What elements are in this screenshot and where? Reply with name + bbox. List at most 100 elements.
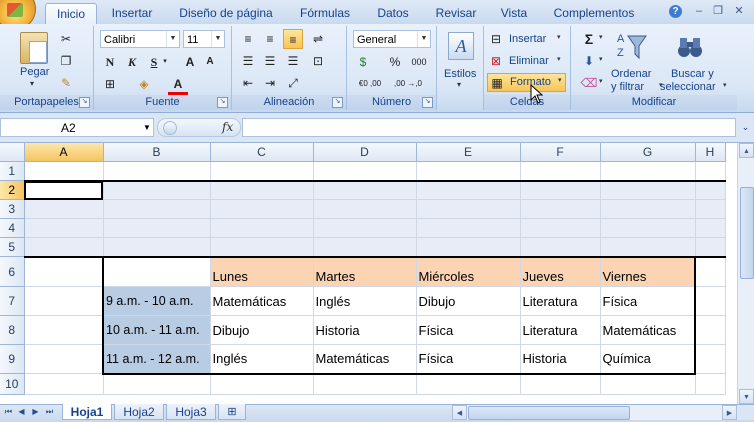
underline-dropdown-icon[interactable]: ▾ — [160, 52, 170, 72]
column-header-c[interactable]: C — [210, 143, 314, 162]
align-bottom-icon[interactable]: ≡ — [283, 29, 303, 49]
numero-launcher-icon[interactable]: ↘ — [422, 97, 433, 108]
insert-sheet-icon[interactable]: ⊞ — [218, 404, 246, 420]
align-top-icon[interactable]: ≡ — [238, 29, 258, 49]
cell[interactable] — [695, 373, 726, 395]
number-format-select[interactable]: General ▼ — [353, 30, 431, 48]
font-color-button[interactable]: A — [168, 74, 188, 95]
day-header-miercoles[interactable]: Miércoles — [416, 256, 521, 287]
format-painter-icon[interactable]: ✎ — [56, 73, 76, 93]
cell[interactable] — [210, 218, 314, 238]
cell[interactable] — [600, 180, 696, 200]
tab-complementos[interactable]: Complementos — [546, 3, 642, 24]
cell[interactable] — [695, 199, 726, 219]
minimize-icon[interactable]: – — [692, 5, 706, 18]
italic-button[interactable]: K — [122, 52, 142, 72]
grow-font-button[interactable]: A — [180, 52, 200, 72]
paste-button[interactable]: Pegar — [20, 66, 49, 78]
class-cell[interactable]: Inglés — [210, 344, 314, 375]
cell[interactable] — [313, 199, 417, 219]
styles-icon[interactable]: A — [448, 32, 474, 60]
sort-filter-icon[interactable]: AZ — [617, 32, 647, 62]
cell[interactable] — [24, 237, 104, 258]
class-cell[interactable]: Física — [600, 286, 696, 316]
delete-cells-button[interactable]: Eliminar — [509, 55, 549, 67]
class-cell[interactable]: Matemáticas — [313, 344, 417, 375]
cell[interactable] — [600, 199, 696, 219]
decrease-indent-icon[interactable]: ⇤ — [238, 73, 258, 93]
fill-icon[interactable]: ⬇ — [579, 51, 599, 71]
class-cell[interactable]: Física — [416, 315, 521, 345]
cell[interactable] — [695, 161, 726, 182]
tab-datos[interactable]: Datos — [370, 3, 416, 24]
increase-decimal-button[interactable]: €0 ,00 — [355, 74, 385, 94]
cell[interactable] — [600, 161, 696, 182]
cell[interactable] — [600, 237, 696, 258]
time-slot-cell[interactable]: 9 a.m. - 10 a.m. — [102, 286, 211, 316]
row-header-3[interactable]: 3 — [0, 199, 25, 219]
class-cell[interactable]: Matemáticas — [210, 286, 314, 316]
cell[interactable] — [695, 218, 726, 238]
sort-button-line2[interactable]: y filtrar — [611, 81, 644, 93]
column-header-b[interactable]: B — [103, 143, 211, 162]
row-header-5[interactable]: 5 — [0, 237, 25, 257]
shrink-font-button[interactable]: A — [200, 52, 220, 72]
row-header-10[interactable]: 10 — [0, 373, 25, 395]
time-slot-cell[interactable]: 10 a.m. - 11 a.m. — [102, 315, 211, 345]
fuente-launcher-icon[interactable]: ↘ — [217, 97, 228, 108]
row-header-6[interactable]: 6 — [0, 256, 25, 287]
scroll-up-icon[interactable]: ▲ — [739, 143, 754, 158]
cell[interactable] — [24, 373, 104, 395]
wrap-text-icon[interactable]: ⇌ — [308, 29, 328, 49]
cell[interactable] — [520, 237, 601, 258]
prev-sheet-icon[interactable]: ◀ — [16, 405, 27, 419]
name-box[interactable]: A2 — [0, 118, 154, 137]
cell[interactable] — [24, 286, 104, 316]
align-left-icon[interactable]: ☰ — [238, 51, 258, 71]
delete-dropdown-icon[interactable]: ▾ — [557, 55, 561, 63]
cell[interactable] — [695, 286, 726, 316]
select-all-corner[interactable] — [0, 143, 25, 162]
column-header-f[interactable]: F — [520, 143, 601, 162]
cell[interactable] — [102, 256, 211, 287]
first-sheet-icon[interactable]: ⏮ — [3, 405, 14, 419]
worksheet-grid[interactable]: A B C D E F G H 1 2 3 4 5 6 Lunes Martes… — [0, 143, 737, 404]
vertical-scrollbar[interactable]: ▲ ▼ — [737, 143, 754, 404]
styles-button[interactable]: Estilos — [444, 68, 476, 80]
thousands-button[interactable]: 000 — [409, 52, 429, 72]
fill-color-icon[interactable]: ◈ — [134, 74, 154, 94]
expand-formula-bar-icon[interactable]: ⌄ — [737, 118, 754, 137]
sort-button-line1[interactable]: Ordenar — [611, 68, 651, 80]
cell[interactable] — [24, 344, 104, 374]
merge-center-icon[interactable]: ⊡ — [308, 51, 328, 71]
cell[interactable] — [695, 180, 726, 200]
row-header-9[interactable]: 9 — [0, 344, 25, 374]
cell[interactable] — [520, 199, 601, 219]
scroll-right-icon[interactable]: ▶ — [722, 405, 737, 420]
active-cell-a2[interactable] — [24, 180, 104, 200]
row-header-8[interactable]: 8 — [0, 315, 25, 345]
sheet-tab-hoja3[interactable]: Hoja3 — [166, 404, 216, 420]
tab-vista[interactable]: Vista — [494, 3, 534, 24]
cell[interactable] — [103, 180, 211, 200]
scroll-down-icon[interactable]: ▼ — [739, 389, 754, 404]
cell[interactable] — [210, 199, 314, 219]
tab-inicio[interactable]: Inicio — [45, 3, 97, 25]
cell[interactable] — [210, 237, 314, 258]
help-icon[interactable]: ? — [669, 5, 682, 18]
align-center-icon[interactable]: ☰ — [260, 51, 280, 71]
cell[interactable] — [210, 373, 314, 395]
column-header-h[interactable]: H — [695, 143, 726, 162]
cell[interactable] — [416, 237, 521, 258]
cell[interactable] — [103, 373, 211, 395]
cell[interactable] — [520, 373, 601, 395]
class-cell[interactable]: Física — [416, 344, 521, 375]
class-cell[interactable]: Historia — [313, 315, 417, 345]
time-slot-cell[interactable]: 11 a.m. - 12 a.m. — [102, 344, 211, 375]
insert-dropdown-icon[interactable]: ▾ — [557, 33, 561, 41]
cell[interactable] — [103, 237, 211, 258]
cell[interactable] — [695, 344, 726, 374]
format-cells-button[interactable]: ▦ Formato ▾ — [487, 73, 566, 92]
row-header-7[interactable]: 7 — [0, 286, 25, 316]
next-sheet-icon[interactable]: ▶ — [30, 405, 41, 419]
